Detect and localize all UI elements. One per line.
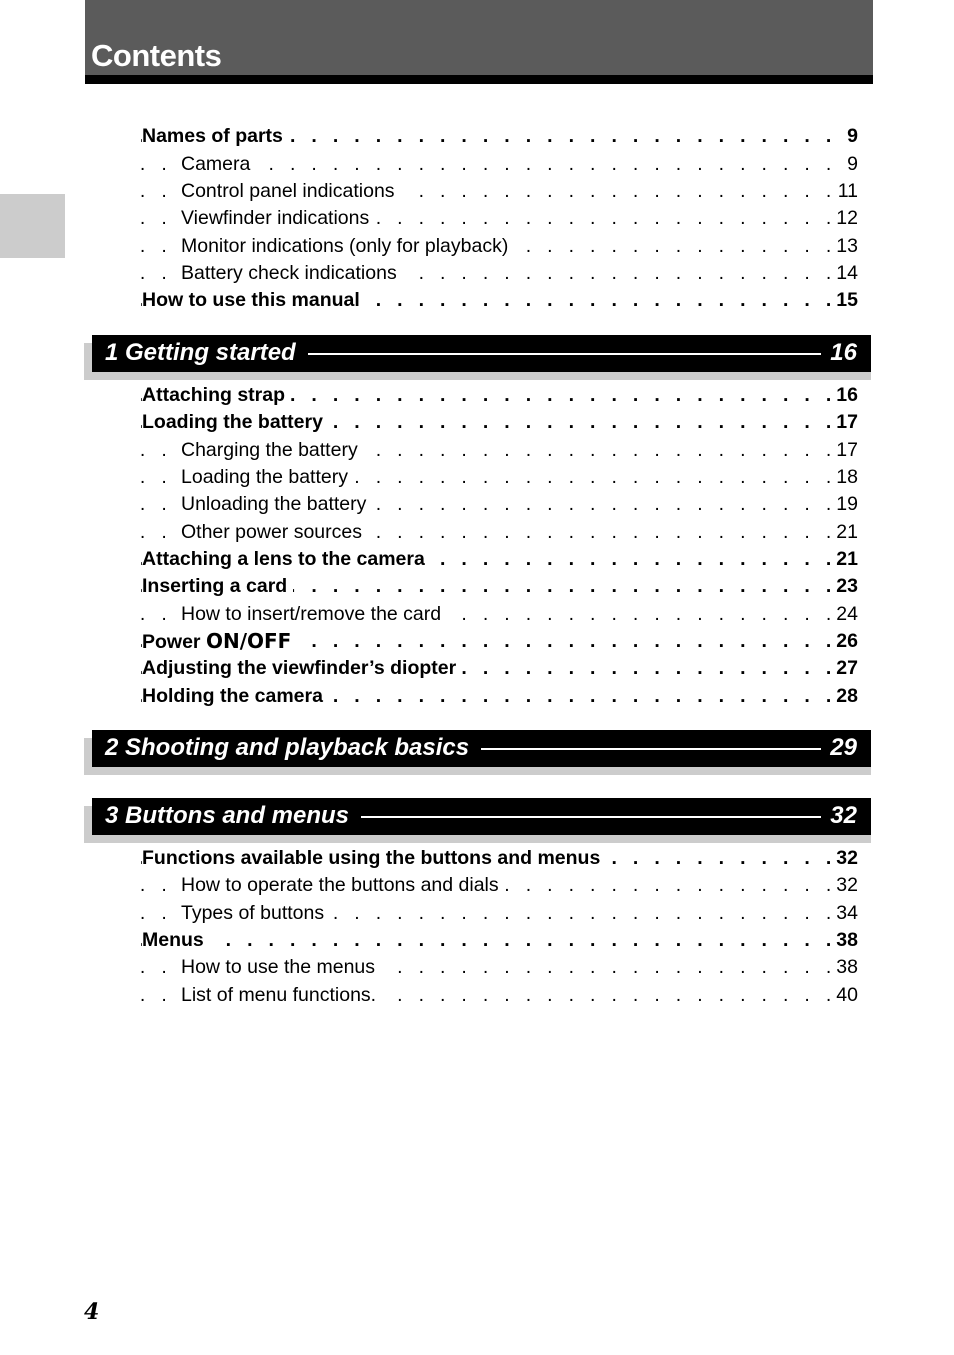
toc-entry-label: How to operate the buttons and dials <box>181 874 505 896</box>
toc-entry[interactable]: . . . . . . . . . . . . . . . . . . . . … <box>0 847 954 874</box>
toc-entry-page: 11 <box>833 180 858 202</box>
toc-entry[interactable]: . . . . . . . . . . . . . . . . . . . . … <box>0 603 954 630</box>
toc-entry-label: How to use the menus <box>181 956 382 978</box>
section-header[interactable]: 3 Buttons and menus 32 <box>84 798 871 843</box>
toc-entry-page: 24 <box>832 603 858 625</box>
toc-entry-page: 38 <box>832 929 858 951</box>
section-bar: 3 Buttons and menus 32 <box>92 798 871 835</box>
toc-entry-label: Monitor indications (only for playback) <box>181 235 515 257</box>
toc-entry[interactable]: . . . . . . . . . . . . . . . . . . . . … <box>0 289 954 316</box>
toc-entry[interactable]: . . . . . . . . . . . . . . . . . . . . … <box>0 439 954 466</box>
page-number: 4 <box>84 1299 100 1325</box>
section-page: 16 <box>822 339 857 367</box>
toc-entry-page: 18 <box>832 466 858 488</box>
toc-entry[interactable]: . . . . . . . . . . . . . . . . . . . . … <box>0 685 954 712</box>
page-title: Contents <box>91 38 222 73</box>
on-off-symbol: ON/OFF <box>205 629 292 653</box>
toc-entry[interactable]: . . . . . . . . . . . . . . . . . . . . … <box>0 125 954 152</box>
toc-entry[interactable]: . . . . . . . . . . . . . . . . . . . . … <box>0 262 954 289</box>
toc-entry-label: Names of parts <box>142 125 289 147</box>
toc-entry-label: Battery check indications <box>181 262 403 284</box>
toc-entry[interactable]: . . . . . . . . . . . . . . . . . . . . … <box>0 493 954 520</box>
toc-entry-label: Charging the battery <box>181 439 364 461</box>
toc-entry[interactable]: . . . . . . . . . . . . . . . . . . . . … <box>0 929 954 956</box>
toc-entry-label: Types of buttons <box>181 902 331 924</box>
toc-entry[interactable]: . . . . . . . . . . . . . . . . . . . . … <box>0 575 954 602</box>
toc-entry-page: 27 <box>832 657 858 679</box>
toc-entry-label: Menus <box>142 929 210 951</box>
toc-entry[interactable]: . . . . . . . . . . . . . . . . . . . . … <box>0 956 954 983</box>
toc-entry-label: Viewfinder indications <box>181 207 376 229</box>
toc-entry[interactable]: . . . . . . . . . . . . . . . . . . . . … <box>0 180 954 207</box>
section-title: 2 Shooting and playback basics <box>105 734 482 762</box>
toc-entry-page: 23 <box>832 575 858 597</box>
toc-entry-label: Inserting a card <box>142 575 294 597</box>
section-bar: 2 Shooting and playback basics 29 <box>92 730 871 767</box>
toc-entry[interactable]: . . . . . . . . . . . . . . . . . . . . … <box>0 411 954 438</box>
toc-entry-page: 38 <box>832 956 858 978</box>
section-title: 3 Buttons and menus <box>105 802 362 830</box>
toc-entry-page: 9 <box>843 153 858 175</box>
toc-entry-label: Control panel indications <box>181 180 401 202</box>
toc-entry-label: Other power sources <box>181 521 368 543</box>
toc-entry[interactable]: . . . . . . . . . . . . . . . . . . . . … <box>0 521 954 548</box>
toc-entry[interactable]: . . . . . . . . . . . . . . . . . . . . … <box>0 235 954 262</box>
toc-entry[interactable]: . . . . . . . . . . . . . . . . . . . . … <box>0 384 954 411</box>
section-bar: 1 Getting started 16 <box>92 335 871 372</box>
toc-entry-page: 26 <box>832 630 858 652</box>
toc-entry-label: How to insert/remove the card <box>181 603 448 625</box>
toc-entry-page: 14 <box>832 262 858 284</box>
toc-entry[interactable]: . . . . . . . . . . . . . . . . . . . . … <box>0 657 954 684</box>
toc-entry-page: 13 <box>832 235 858 257</box>
toc-entry-page: 40 <box>832 984 858 1006</box>
toc-entry-label: Attaching strap <box>142 384 292 406</box>
toc-entry-page: 16 <box>832 384 858 406</box>
toc-entry[interactable]: . . . . . . . . . . . . . . . . . . . . … <box>0 630 954 657</box>
section-page: 32 <box>822 802 857 830</box>
section-page: 29 <box>822 734 857 762</box>
section-header[interactable]: 2 Shooting and playback basics 29 <box>84 730 871 775</box>
toc-entry-page: 19 <box>832 493 858 515</box>
toc-entry-label: Holding the camera <box>142 685 329 707</box>
toc-entry-page: 28 <box>832 685 858 707</box>
toc-entry-label: Power ON/OFF <box>142 629 298 653</box>
toc-entry-label: Camera <box>181 153 257 175</box>
toc-entry-label: Loading the battery <box>142 411 329 433</box>
toc-entry-page: 12 <box>832 207 858 229</box>
toc-entry-label: Adjusting the viewfinder’s diopter <box>142 657 463 679</box>
toc-entry[interactable]: . . . . . . . . . . . . . . . . . . . . … <box>0 548 954 575</box>
toc-entry[interactable]: . . . . . . . . . . . . . . . . . . . . … <box>0 902 954 929</box>
toc-entry[interactable]: . . . . . . . . . . . . . . . . . . . . … <box>0 207 954 234</box>
toc-entry-page: 21 <box>832 548 858 570</box>
section-header[interactable]: 1 Getting started 16 <box>84 335 871 380</box>
toc-entry-page: 34 <box>832 902 858 924</box>
toc-entry-page: 32 <box>832 847 858 869</box>
section-title: 1 Getting started <box>105 339 308 367</box>
toc-entry-label: Functions available using the buttons an… <box>142 847 607 869</box>
toc-entry-label: Loading the battery <box>181 466 354 488</box>
toc-entry-page: 17 <box>832 439 858 461</box>
toc-entry[interactable]: . . . . . . . . . . . . . . . . . . . . … <box>0 984 954 1011</box>
toc-entry-page: 15 <box>832 289 858 311</box>
toc-entry[interactable]: . . . . . . . . . . . . . . . . . . . . … <box>0 153 954 180</box>
toc-entry-label: Unloading the battery <box>181 493 373 515</box>
toc-entry[interactable]: . . . . . . . . . . . . . . . . . . . . … <box>0 466 954 493</box>
toc-entry-page: 17 <box>832 411 858 433</box>
toc-entry-label: Attaching a lens to the camera <box>142 548 431 570</box>
toc-entry-label: How to use this manual <box>142 289 366 311</box>
toc-entry[interactable]: . . . . . . . . . . . . . . . . . . . . … <box>0 874 954 901</box>
toc-entry-page: 9 <box>843 125 858 147</box>
toc-entry-page: 21 <box>832 521 858 543</box>
toc-entry-page: 32 <box>832 874 858 896</box>
dot-leader: . . . . . . . . . . . . . . . . . . . . … <box>140 929 853 951</box>
title-rule <box>85 75 873 84</box>
contents-title-bar: Contents <box>85 0 873 76</box>
toc-entry-label: List of menu functions. <box>181 984 383 1006</box>
